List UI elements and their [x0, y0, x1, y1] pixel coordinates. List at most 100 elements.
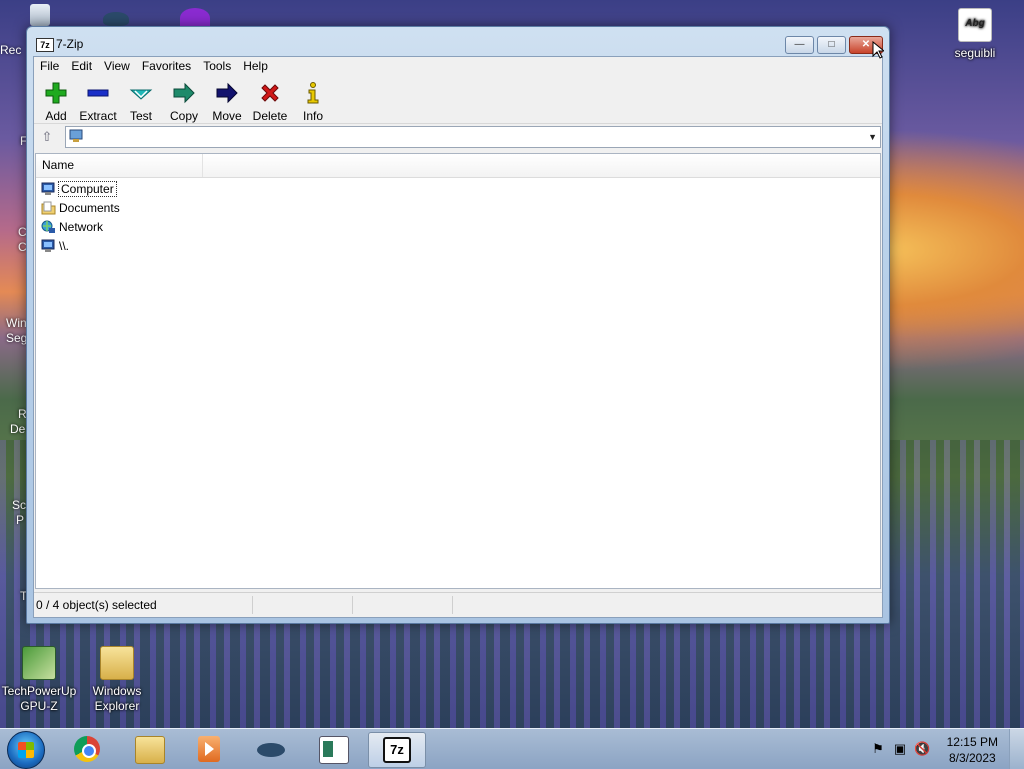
action-center-icon[interactable]: ⚑	[870, 741, 886, 757]
info-label: Info	[302, 109, 323, 123]
computer-icon	[41, 182, 56, 197]
window-client-area: File Edit View Favorites Tools Help Add Extra…	[33, 56, 883, 618]
desktop-edge-label[interactable]: Win	[6, 316, 27, 330]
add-button[interactable]: Add	[34, 79, 78, 123]
copy-arrow-icon	[172, 81, 196, 105]
network-status-icon[interactable]: ▣	[892, 741, 908, 757]
network-icon	[41, 220, 56, 235]
ufo-app-icon[interactable]	[103, 12, 129, 26]
menu-favorites[interactable]: Favorites	[136, 57, 197, 76]
menu-edit[interactable]: Edit	[65, 57, 98, 76]
taskbar-app[interactable]	[60, 732, 114, 766]
close-icon: ✕	[861, 39, 871, 50]
status-divider	[252, 596, 253, 614]
start-button[interactable]	[7, 731, 45, 769]
taskbar-app-7zip[interactable]: 7z	[368, 732, 426, 768]
minus-icon	[86, 81, 110, 105]
desktop-icon-gpuz[interactable]: TechPowerUp GPU-Z	[0, 646, 82, 714]
computer-icon	[69, 129, 85, 143]
recycle-bin-icon[interactable]	[30, 4, 50, 26]
list-item-label: \\.	[59, 239, 70, 253]
move-button[interactable]: Move	[205, 79, 249, 123]
system-tray: ⚑ ▣ 🔇 12:15 PM 8/3/2023	[864, 729, 1024, 769]
minimize-button[interactable]: —	[785, 36, 814, 54]
up-arrow-icon: ⇧	[41, 129, 53, 144]
delete-label: Delete	[252, 109, 288, 123]
show-desktop-button[interactable]	[1009, 729, 1024, 769]
list-item[interactable]: Network	[40, 218, 120, 237]
up-folder-button[interactable]: ⇧	[37, 128, 57, 146]
list-header: Name	[36, 154, 880, 178]
menu-tools[interactable]: Tools	[197, 57, 237, 76]
folder-icon	[100, 646, 134, 680]
menu-view[interactable]: View	[98, 57, 136, 76]
clock[interactable]: 12:15 PM 8/3/2023	[947, 734, 998, 766]
add-label: Add	[45, 109, 67, 123]
7zip-icon: 7z	[383, 737, 411, 763]
status-bar: 0 / 4 object(s) selected	[34, 592, 882, 617]
desktop-edge-label[interactable]: Seg	[6, 331, 27, 345]
address-combo[interactable]: ▼	[65, 126, 881, 148]
sevenzip-window: 7z 7-Zip — □ ✕ File Edit View Favorites Tool…	[26, 26, 890, 624]
list-item[interactable]: Documents	[40, 199, 120, 218]
test-button[interactable]: Test	[119, 79, 163, 123]
maximize-button[interactable]: □	[817, 36, 846, 54]
toolbar: Add Extract Test Copy Move Delete Info	[34, 77, 882, 124]
check-icon	[129, 81, 153, 105]
list-item-label: Computer	[58, 181, 117, 197]
address-bar: ⇧ ▼	[34, 125, 882, 149]
menu-file[interactable]: File	[34, 57, 65, 76]
taskbar-app[interactable]	[306, 732, 360, 766]
list-item[interactable]: \\.	[40, 237, 120, 256]
minimize-icon: —	[794, 39, 805, 50]
file-explorer-icon	[135, 736, 165, 764]
sevenzip-icon: 7z	[36, 38, 54, 52]
clock-time: 12:15 PM	[946, 735, 998, 749]
reader-app-icon	[319, 736, 349, 764]
desktop-icon-label: TechPowerUp GPU-Z	[1, 684, 77, 713]
folder-icon	[41, 201, 56, 216]
info-button[interactable]: Info	[291, 79, 335, 123]
plus-icon	[44, 81, 68, 105]
status-divider	[352, 596, 353, 614]
delete-button[interactable]: Delete	[248, 79, 292, 123]
list-item-label: Documents	[59, 201, 120, 215]
windows-logo-icon	[18, 742, 34, 758]
maximize-icon: □	[828, 39, 835, 50]
move-label: Move	[212, 109, 242, 123]
menu-help[interactable]: Help	[237, 57, 274, 76]
list-rows: Computer Documents Network \\.	[40, 180, 120, 256]
column-header-name[interactable]: Name	[36, 154, 203, 177]
mouse-cursor-icon	[872, 41, 884, 59]
extract-button[interactable]: Extract	[76, 79, 120, 123]
desktop-icon-label: seguibli	[954, 46, 996, 60]
taskbar-app[interactable]	[122, 732, 176, 766]
window-title: 7-Zip	[56, 37, 84, 51]
computer-icon	[41, 239, 56, 254]
copy-label: Copy	[169, 109, 198, 123]
extract-label: Extract	[79, 109, 117, 123]
info-icon	[301, 81, 325, 105]
desktop-icon-windows-explorer[interactable]: Windows Explorer	[74, 646, 160, 714]
taskbar-app[interactable]	[182, 732, 236, 766]
file-list[interactable]: Name Computer Documents Network \\.	[35, 153, 881, 589]
volume-muted-icon[interactable]: 🔇	[914, 741, 930, 757]
x-icon	[258, 81, 282, 105]
app-icon[interactable]	[180, 8, 210, 28]
desktop-edge-label[interactable]: P	[16, 513, 24, 527]
move-arrow-icon	[215, 81, 239, 105]
dropdown-arrow-icon[interactable]: ▼	[868, 127, 877, 147]
taskbar-app[interactable]	[244, 732, 298, 766]
media-player-icon	[198, 736, 220, 762]
desktop-edge-label[interactable]: Sc	[12, 498, 26, 512]
desktop-edge-label[interactable]: De	[10, 422, 25, 436]
status-text: 0 / 4 object(s) selected	[36, 598, 157, 612]
clock-date: 8/3/2023	[948, 751, 996, 765]
copy-button[interactable]: Copy	[162, 79, 206, 123]
gpuz-icon	[22, 646, 56, 680]
desktop-edge-label[interactable]: Rec	[0, 43, 21, 57]
ufo-app-icon	[257, 743, 285, 757]
font-file-icon: Abg	[958, 8, 992, 42]
list-item[interactable]: Computer	[40, 180, 120, 199]
desktop-icon-seguibli[interactable]: Abg seguibli	[932, 8, 1018, 61]
